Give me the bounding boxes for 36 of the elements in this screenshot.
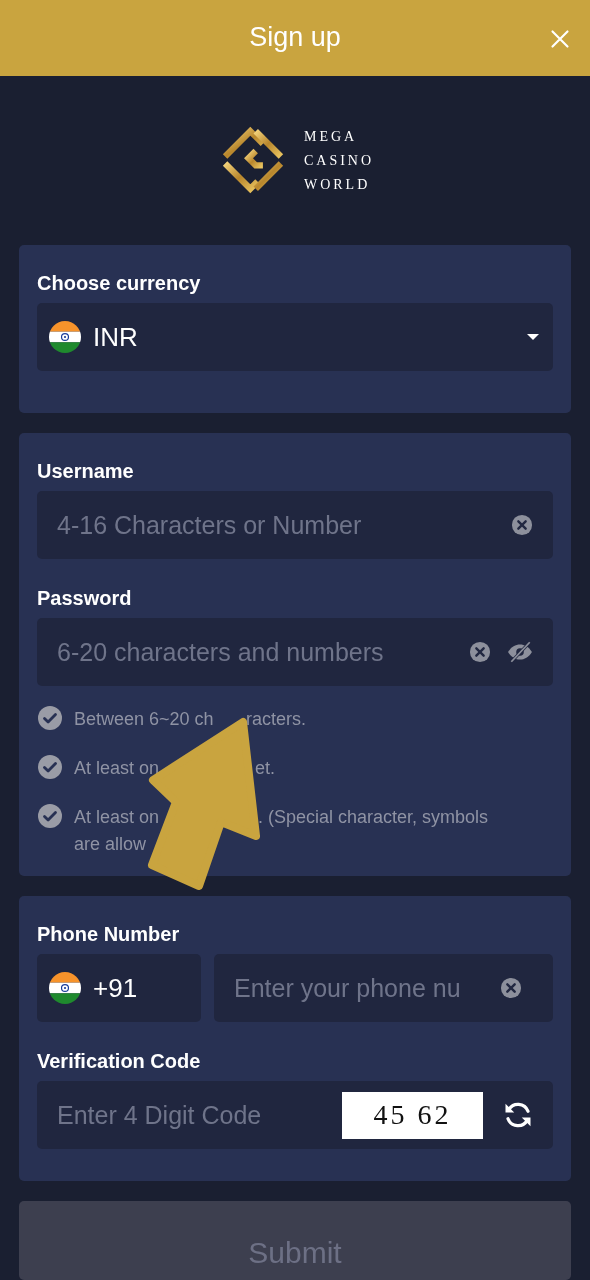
country-code: +91: [93, 972, 139, 1004]
clear-icon[interactable]: [511, 514, 533, 537]
phone-input[interactable]: Enter your phone nu: [234, 973, 484, 1003]
india-flag-icon: [49, 972, 81, 1005]
field-label: Username: [37, 459, 134, 484]
field-label: Choose currency: [37, 271, 201, 296]
rule-text: et.: [255, 757, 275, 781]
password-field[interactable]: 6-20 characters and numbers: [37, 618, 553, 687]
page-title: Sign up: [249, 22, 341, 54]
india-flag-icon: [49, 321, 81, 354]
currency-select[interactable]: INR: [37, 303, 553, 372]
field-label: Phone Number: [37, 922, 180, 947]
verification-field[interactable]: Enter 4 Digit Code 45 62: [37, 1081, 553, 1150]
logo-text: MEGA: [303, 127, 359, 146]
hide-password-icon[interactable]: [507, 639, 533, 666]
rule-text: Between 6~20 ch: [74, 708, 214, 732]
currency-value: INR: [93, 321, 139, 353]
country-code-select[interactable]: +91: [37, 954, 201, 1023]
logo-text: CASINO: [303, 151, 375, 170]
username-input[interactable]: 4-16 Characters or Number: [57, 510, 495, 540]
username-field[interactable]: 4-16 Characters or Number: [37, 491, 553, 560]
rule-text: At least on: [74, 806, 160, 830]
rule-text: . (Special character, symbols: [258, 806, 489, 830]
captcha-image: 45 62: [342, 1091, 483, 1139]
password-input[interactable]: 6-20 characters and numbers: [57, 637, 453, 667]
code-input[interactable]: Enter 4 Digit Code: [57, 1100, 326, 1130]
rule-text: At least on: [74, 757, 160, 781]
field-label: Verification Code: [37, 1049, 201, 1074]
field-label: Password: [37, 586, 132, 611]
clear-icon[interactable]: [500, 977, 522, 1000]
phone-field[interactable]: Enter your phone nu: [214, 954, 553, 1023]
rule-text: are allow: [74, 833, 147, 857]
clear-icon[interactable]: [469, 641, 491, 664]
rule-text: racters.: [246, 708, 306, 732]
caret-icon: [527, 334, 539, 341]
logo-text: WORLD: [303, 175, 372, 194]
